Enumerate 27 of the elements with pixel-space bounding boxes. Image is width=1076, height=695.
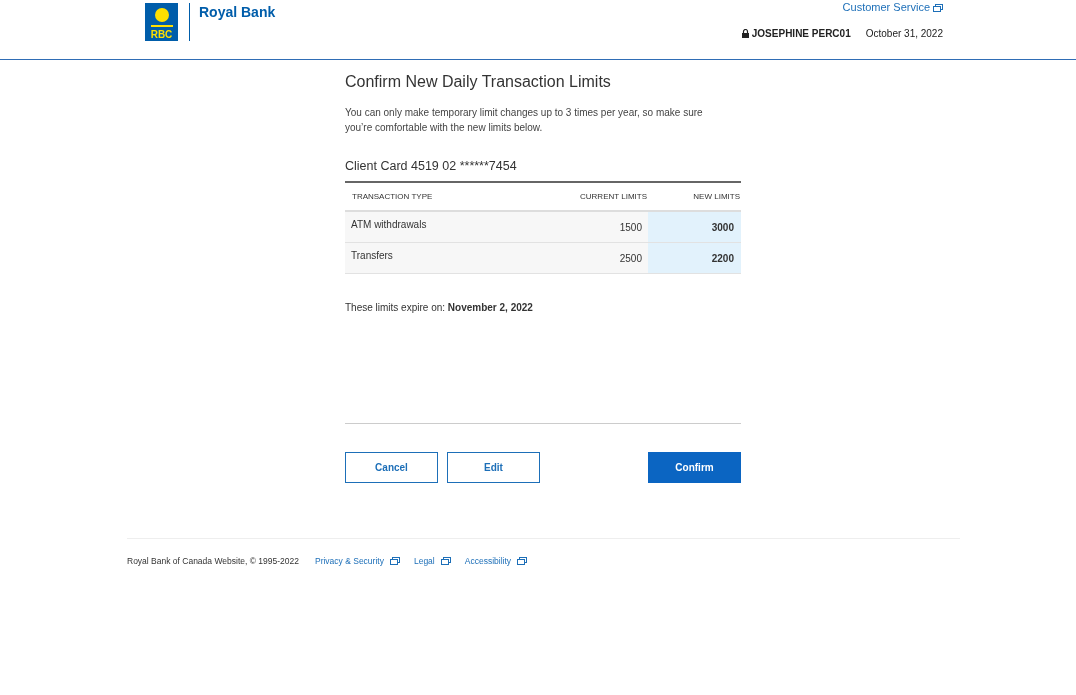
card-title: Client Card 4519 02 ******7454: [345, 159, 518, 173]
footer-link[interactable]: Accessibility: [464, 556, 512, 566]
footer-link[interactable]: Privacy & Security: [314, 556, 384, 566]
copyright-text: Royal Bank of Canada Website, © 1995-2022: [127, 556, 299, 566]
current-date: October 31, 2022: [865, 28, 943, 39]
new-window-icon: [933, 4, 943, 12]
page-title: Confirm New Daily Transaction Limits: [345, 73, 612, 91]
table-cell: Transfers: [345, 242, 516, 274]
table-cell: 2500: [515, 242, 648, 274]
lock-icon: [741, 29, 749, 38]
customer-service-link[interactable]: Customer Service: [842, 1, 930, 13]
new-window-icon: [389, 557, 400, 565]
new-window-icon: [440, 557, 451, 565]
footer-link[interactable]: Legal: [413, 556, 435, 566]
user-name: JOSEPHINE PERC01: [751, 28, 851, 39]
table-cell: 1500: [515, 211, 648, 243]
expiry-text: These limits expire on: November 2, 2022: [345, 302, 534, 313]
new-window-icon: [517, 557, 528, 565]
confirm-button[interactable]: Confirm: [648, 452, 741, 483]
brand-name: Royal Bank: [189, 3, 276, 41]
intro-text: You can only make temporary limit changes up to 3 times per year, so make sure you’re comfortable with the new limits below.: [345, 106, 704, 135]
secondary-button[interactable]: Edit: [447, 452, 540, 483]
table-cell: 3000: [648, 211, 741, 243]
secondary-button[interactable]: Cancel: [345, 452, 438, 483]
table-cell: 2200: [648, 242, 741, 274]
logo-text: RBC: [150, 30, 173, 40]
table-cell: ATM withdrawals: [345, 211, 516, 243]
